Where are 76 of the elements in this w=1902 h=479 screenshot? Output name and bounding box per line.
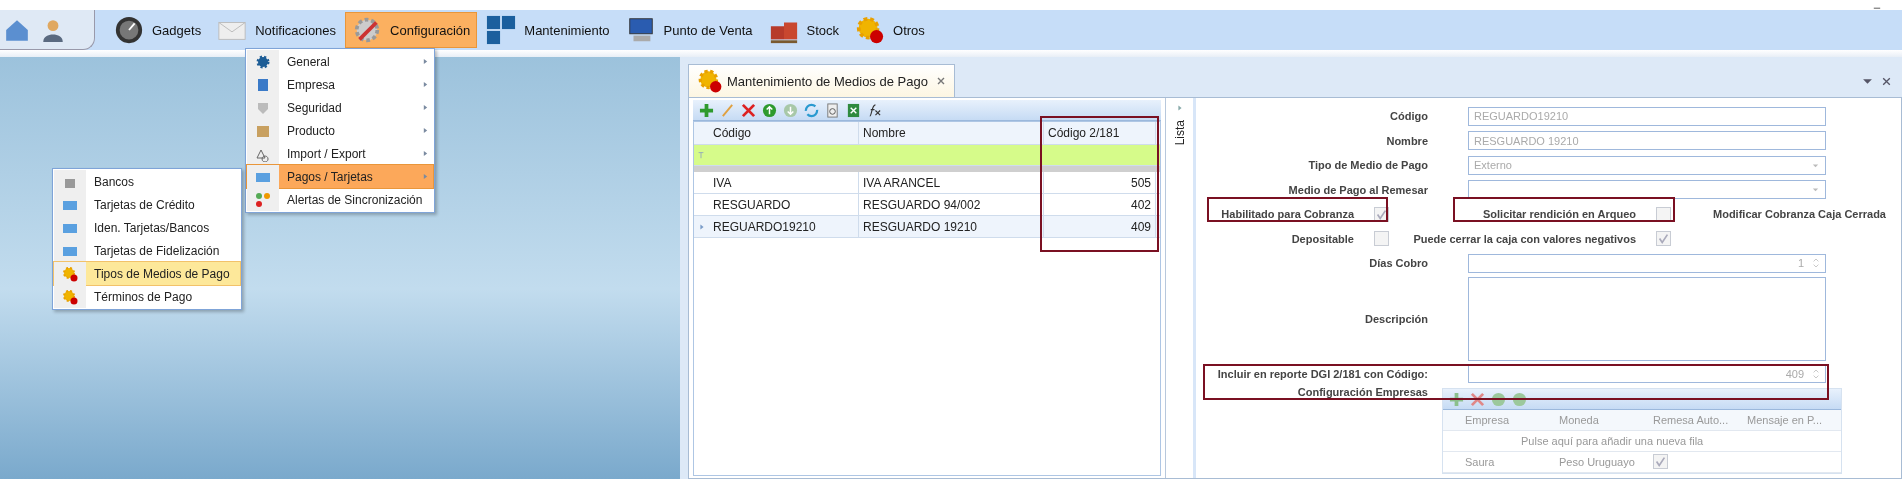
menu-item[interactable]: Tarjetas de Crédito — [54, 193, 240, 216]
table-cell: RESGUARDO — [709, 194, 859, 215]
formula-icon[interactable] — [867, 102, 882, 118]
table-cell: REGUARDO19210 — [709, 216, 859, 237]
field-label: Descripción — [1364, 312, 1428, 325]
ribbon-button[interactable]: Stock — [761, 12, 847, 48]
field-label: Tipo de Medio de Pago — [1307, 159, 1428, 172]
menu-item[interactable]: Seguridad — [247, 96, 433, 119]
lights-icon — [255, 191, 271, 208]
field-label: Incluir en reporte DGI 2/181 con Código: — [1216, 367, 1428, 380]
field-label: Nombre — [1385, 134, 1428, 147]
filter-icon — [697, 150, 705, 160]
menu-item[interactable]: Tarjetas de Fidelización — [54, 239, 240, 262]
refresh-icon[interactable] — [804, 102, 819, 118]
checkbox-label: Modificar Cobranza Caja Cerrada — [1713, 208, 1886, 221]
delete-icon[interactable] — [741, 102, 756, 118]
dropdown-field[interactable] — [1468, 180, 1826, 200]
column-header[interactable]: Nombre — [859, 122, 1044, 144]
ribbon-button[interactable]: Notificaciones — [210, 12, 344, 48]
column-header[interactable]: Código 2/181 — [1044, 122, 1156, 144]
gear-alert-icon — [62, 265, 78, 282]
checkbox-label: Depositable — [1291, 232, 1354, 245]
row-pointer-icon — [697, 222, 706, 231]
tiles-icon — [486, 15, 517, 45]
ribbon-button[interactable]: Configuración — [345, 12, 478, 48]
menu-item[interactable]: Pagos / Tarjetas — [247, 165, 433, 188]
add-icon[interactable] — [1449, 391, 1464, 407]
gauge-icon — [114, 15, 144, 45]
field-label: Código — [1389, 110, 1428, 123]
gear-alert-icon — [855, 15, 886, 45]
move-up-icon[interactable] — [1491, 391, 1506, 407]
field-label: Configuración Empresas — [1296, 386, 1428, 398]
panel-label: Lista — [1172, 120, 1187, 146]
close-icon[interactable] — [1881, 75, 1892, 87]
menu-item[interactable]: Empresa — [247, 73, 433, 96]
table-cell-text: Saura — [1464, 456, 1496, 468]
gear-icon — [255, 53, 271, 70]
checkbox[interactable] — [1656, 231, 1671, 247]
tab-title: Mantenimiento de Medios de Pago — [727, 73, 928, 89]
menu-item[interactable]: Iden. Tarjetas/Bancos — [54, 216, 240, 239]
menu-item[interactable]: Términos de Pago — [54, 285, 240, 308]
table-cell: RESGUARDO 19210 — [859, 216, 1044, 237]
checkbox-label: Puede cerrar la caja con valores negativos — [1413, 232, 1636, 245]
table-cell: RESGUARDO 94/002 — [859, 194, 1044, 215]
table-cell: 505 — [1044, 172, 1156, 193]
checkbox-label: Solicitar rendición en Arqueo — [1483, 208, 1636, 221]
field-label: Medio de Pago al Remesar — [1287, 183, 1428, 196]
gear-alert-icon — [697, 68, 723, 94]
ribbon-button[interactable]: Punto de Venta — [618, 12, 760, 48]
move-down-icon[interactable] — [1512, 391, 1527, 407]
menu-item[interactable]: Producto — [247, 119, 433, 142]
menu-item[interactable]: Alertas de Sincronización — [247, 188, 433, 211]
spreadsheet-icon[interactable] — [846, 102, 861, 118]
gear-alert-icon — [62, 288, 78, 305]
table-cell: 402 — [1044, 194, 1156, 215]
delete-icon[interactable] — [1470, 391, 1485, 407]
ribbon-button[interactable]: Gadgets — [107, 12, 209, 48]
checkbox-label: Habilitado para Cobranza — [1221, 208, 1354, 221]
close-icon[interactable] — [935, 76, 946, 86]
table-cell: 409 — [1044, 216, 1156, 237]
document-search-icon[interactable] — [825, 102, 840, 118]
table-cell: IVA — [709, 172, 859, 193]
column-header[interactable]: Código — [709, 122, 859, 144]
field-label: Días Cobro — [1368, 257, 1428, 270]
description-field[interactable] — [1468, 276, 1826, 361]
expand-icon — [1175, 104, 1184, 112]
menu-item[interactable]: General — [247, 50, 433, 73]
table-cell: IVA ARANCEL — [859, 172, 1044, 193]
checkbox[interactable] — [1374, 231, 1389, 247]
ribbon-button[interactable]: Otros — [848, 12, 932, 48]
menu-item[interactable]: Bancos — [54, 170, 240, 193]
checkbox[interactable] — [1653, 454, 1668, 469]
table-cell-text: Peso Uruguayo — [1558, 456, 1636, 468]
menu-item[interactable]: Tipos de Medios de Pago — [54, 262, 240, 285]
ribbon-button[interactable]: Mantenimiento — [479, 12, 617, 48]
document-tab[interactable]: Mantenimiento de Medios de Pago — [688, 64, 955, 97]
